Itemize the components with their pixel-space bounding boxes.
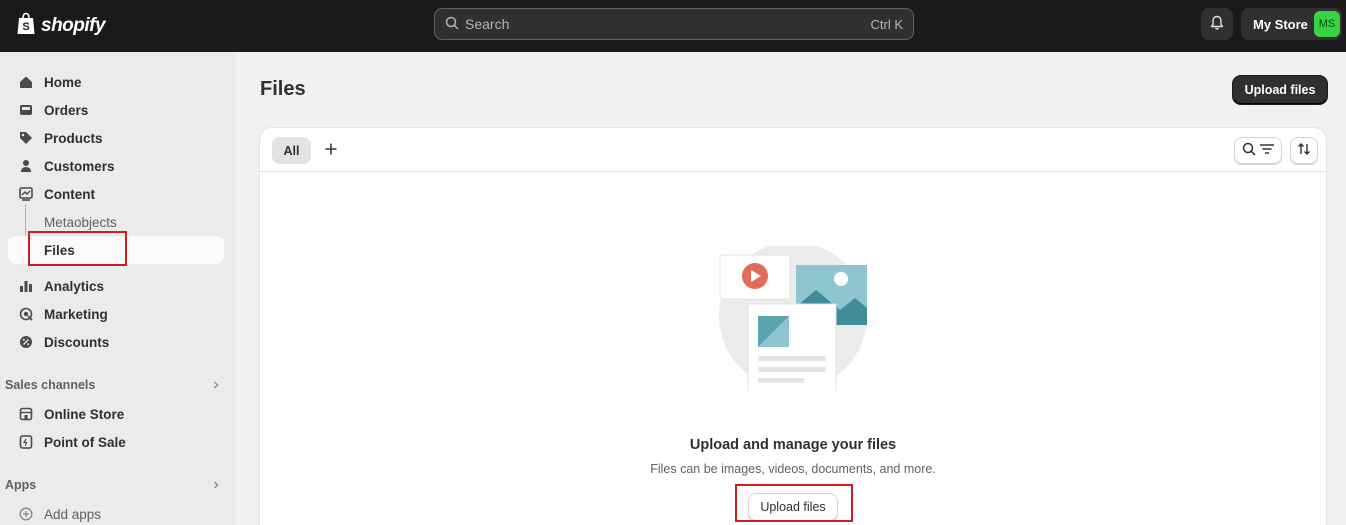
store-name: My Store: [1253, 16, 1308, 32]
files-card: All Upload and manage your files Files c…: [260, 128, 1326, 525]
sidebar-item-label: Orders: [44, 102, 89, 118]
store-icon: [18, 406, 34, 422]
highlight-box-upload: [735, 484, 853, 522]
highlight-box-files: [28, 231, 127, 266]
plus-icon: [325, 143, 337, 158]
svg-text:S: S: [22, 21, 29, 33]
sidebar-item-online-store[interactable]: Online Store: [8, 400, 224, 428]
person-icon: [18, 158, 34, 174]
sidebar-item-customers[interactable]: Customers: [8, 152, 224, 180]
search-placeholder: Search: [465, 16, 510, 32]
sidebar-item-products[interactable]: Products: [8, 124, 224, 152]
store-menu-button[interactable]: My Store MS: [1241, 8, 1342, 40]
page-title: Files: [260, 78, 306, 100]
target-icon: [18, 306, 34, 322]
sidebar-item-label: Analytics: [44, 278, 105, 294]
sort-icon: [1297, 142, 1311, 159]
sidebar-item-label: Add apps: [44, 506, 102, 522]
home-icon: [18, 74, 34, 90]
search-icon: [445, 16, 459, 33]
chevron-right-icon: [211, 378, 221, 393]
logo-text: shopify: [41, 14, 106, 36]
add-view-button[interactable]: [322, 141, 340, 159]
bar-chart-icon: [18, 278, 34, 294]
bell-icon: [1209, 15, 1225, 34]
sidebar-item-content[interactable]: Content: [8, 180, 224, 208]
upload-files-button[interactable]: Upload files: [1233, 76, 1327, 104]
sidebar-item-label: Products: [44, 130, 103, 146]
sidebar-item-analytics[interactable]: Analytics: [8, 272, 224, 300]
sidebar-item-label: Content: [44, 186, 95, 202]
sales-channels-header[interactable]: Sales channels: [5, 373, 221, 397]
shopify-bag-icon: S: [16, 12, 36, 39]
store-avatar: MS: [1314, 11, 1340, 37]
section-label: Apps: [5, 478, 37, 492]
tag-icon: [18, 130, 34, 146]
empty-state-description: Files can be images, videos, documents, …: [650, 462, 936, 476]
content-icon: [18, 186, 34, 202]
tab-all[interactable]: All: [272, 137, 311, 164]
notifications-button[interactable]: [1201, 8, 1233, 40]
sidebar-item-discounts[interactable]: Discounts: [8, 328, 224, 356]
shopify-logo[interactable]: S shopify: [16, 12, 106, 39]
empty-state-title: Upload and manage your files: [689, 437, 897, 453]
sidebar: Home Orders Products Customers Content M…: [0, 52, 236, 525]
sidebar-item-marketing[interactable]: Marketing: [8, 300, 224, 328]
chevron-right-icon: [211, 478, 221, 493]
plus-circle-icon: [18, 506, 34, 522]
discount-icon: [18, 334, 34, 350]
sidebar-item-home[interactable]: Home: [8, 68, 224, 96]
pos-icon: [18, 434, 34, 450]
sidebar-item-label: Customers: [44, 158, 115, 174]
sidebar-item-point-of-sale[interactable]: Point of Sale: [8, 428, 224, 456]
sidebar-item-label: Marketing: [44, 306, 108, 322]
inbox-icon: [18, 102, 34, 118]
search-filter-button[interactable]: [1234, 137, 1282, 164]
sidebar-item-label: Discounts: [44, 334, 110, 350]
tab-bar: All: [260, 128, 1326, 172]
section-label: Sales channels: [5, 378, 96, 392]
top-bar: S shopify Search Ctrl K My Store MS: [0, 0, 1346, 52]
sidebar-item-orders[interactable]: Orders: [8, 96, 224, 124]
sidebar-item-label: Online Store: [44, 406, 125, 422]
sidebar-item-label: Point of Sale: [44, 434, 126, 450]
apps-header[interactable]: Apps: [5, 473, 221, 497]
search-bar[interactable]: Search Ctrl K: [434, 8, 914, 40]
files-empty-illustration: [718, 242, 870, 393]
sort-button[interactable]: [1290, 137, 1318, 164]
sidebar-item-add-apps[interactable]: Add apps: [8, 500, 224, 525]
sidebar-item-label: Metaobjects: [44, 214, 117, 230]
search-shortcut: Ctrl K: [870, 16, 904, 32]
sidebar-item-label: Home: [44, 74, 82, 90]
search-icon: [1242, 142, 1256, 159]
filter-icon: [1259, 143, 1275, 158]
